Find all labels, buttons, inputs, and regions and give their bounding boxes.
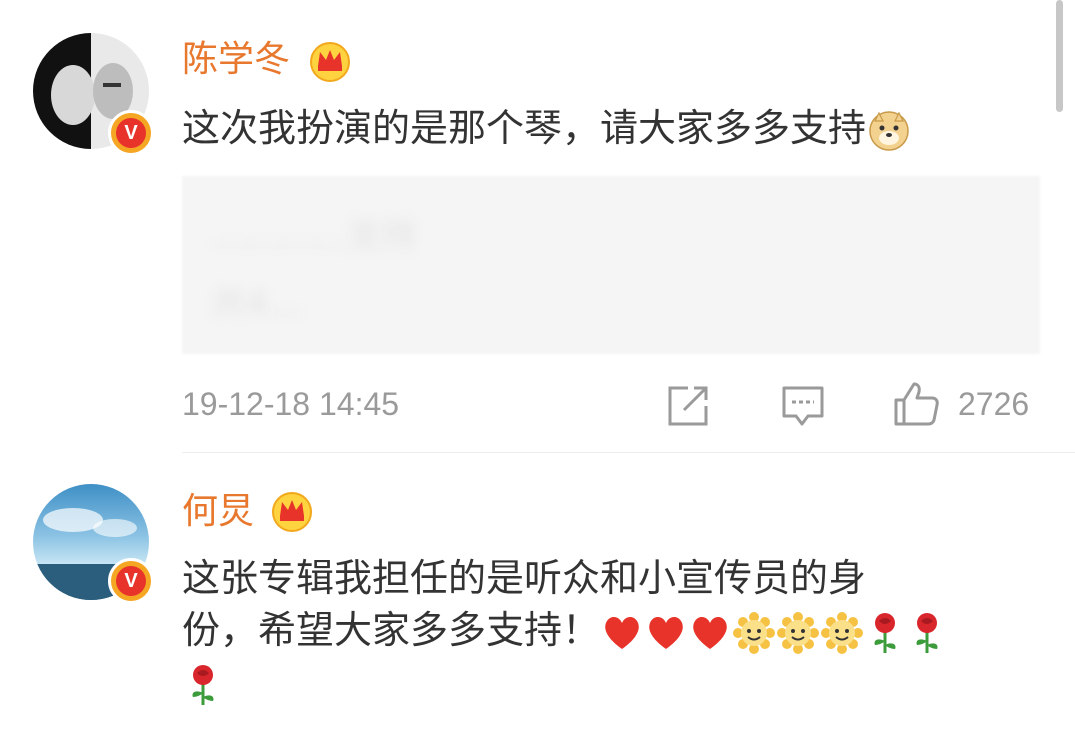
heart-emoji-icon xyxy=(649,616,683,649)
verified-badge-icon: V xyxy=(108,558,154,604)
like-thumb-icon[interactable] xyxy=(892,380,940,428)
comment-text-body: 这次我扮演的是那个琴，请大家多多支持 xyxy=(182,106,867,150)
sun-emoji-icon xyxy=(777,611,820,654)
rose-emoji-icon xyxy=(916,612,938,653)
username[interactable]: 何炅 xyxy=(182,490,254,534)
quoted-reply-box[interactable] xyxy=(182,176,1040,354)
comment-text-body: 份，希望大家多多支持！ xyxy=(182,608,601,652)
comment-timestamp: 19-12-18 14:45 xyxy=(182,386,400,422)
crown-vip-icon[interactable] xyxy=(270,488,314,532)
comment-icon[interactable] xyxy=(780,384,826,428)
username[interactable]: 陈学冬 xyxy=(182,38,290,82)
divider xyxy=(182,452,1075,453)
share-icon[interactable] xyxy=(666,384,712,428)
quoted-reply-line: …………支持 xyxy=(212,216,416,256)
doge-emoji-icon xyxy=(869,110,909,151)
like-count: 2726 xyxy=(958,386,1030,422)
sun-emoji-icon xyxy=(821,611,864,654)
comment-text: 这张专辑我担任的是听众和小宣传员的身 份，希望大家多多支持！ xyxy=(182,552,1042,708)
comment-text: 这次我扮演的是那个琴，请大家多多支持 xyxy=(182,102,1042,154)
quoted-reply-count: 共4… xyxy=(212,284,302,324)
rose-emoji-icon xyxy=(192,664,214,705)
verified-badge-icon: V xyxy=(108,110,154,156)
heart-emoji-icon xyxy=(605,616,639,649)
comment-text-line: 份，希望大家多多支持！ xyxy=(182,604,1042,656)
heart-emoji-icon xyxy=(693,616,727,649)
comment-text-line: 这张专辑我担任的是听众和小宣传员的身 xyxy=(182,556,867,600)
comment-text-line xyxy=(182,656,1042,708)
sun-emoji-icon xyxy=(733,611,776,654)
rose-emoji-icon xyxy=(874,612,896,653)
crown-vip-icon[interactable] xyxy=(308,38,352,82)
scrollbar[interactable] xyxy=(1056,0,1063,112)
